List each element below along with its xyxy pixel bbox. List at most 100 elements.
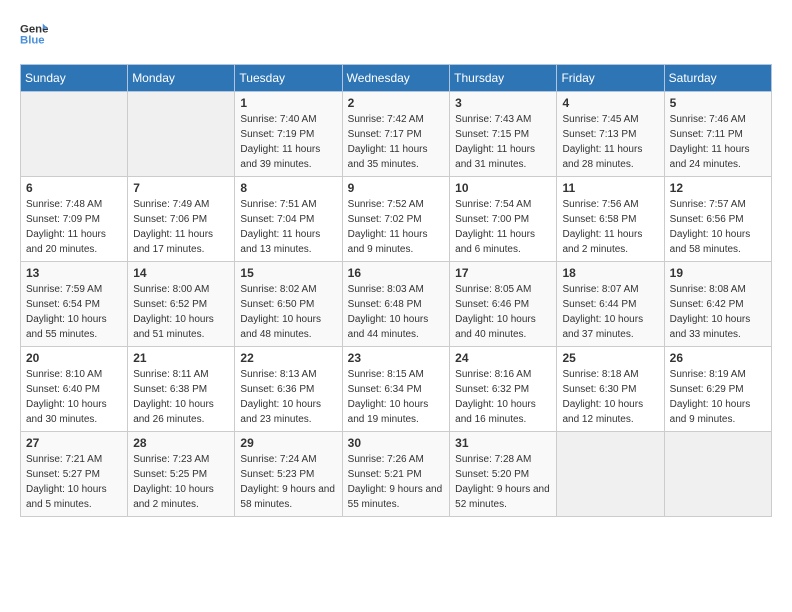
day-number: 15 xyxy=(240,266,336,280)
day-number: 3 xyxy=(455,96,551,110)
calendar-cell: 1 Sunrise: 7:40 AM Sunset: 7:19 PM Daylig… xyxy=(235,92,342,177)
day-number: 7 xyxy=(133,181,229,195)
day-info: Sunrise: 7:51 AM Sunset: 7:04 PM Dayligh… xyxy=(240,197,336,257)
calendar-cell: 28 Sunrise: 7:23 AM Sunset: 5:25 PM Dayli… xyxy=(128,432,235,517)
calendar-cell: 16 Sunrise: 8:03 AM Sunset: 6:48 PM Dayli… xyxy=(342,262,450,347)
calendar-cell: 7 Sunrise: 7:49 AM Sunset: 7:06 PM Daylig… xyxy=(128,177,235,262)
logo-icon: General Blue xyxy=(20,20,48,48)
day-info: Sunrise: 7:24 AM Sunset: 5:23 PM Dayligh… xyxy=(240,452,336,512)
day-number: 25 xyxy=(562,351,658,365)
day-number: 4 xyxy=(562,96,658,110)
calendar-cell: 18 Sunrise: 8:07 AM Sunset: 6:44 PM Dayli… xyxy=(557,262,664,347)
calendar-week-3: 13 Sunrise: 7:59 AM Sunset: 6:54 PM Dayli… xyxy=(21,262,772,347)
day-number: 24 xyxy=(455,351,551,365)
calendar-cell: 26 Sunrise: 8:19 AM Sunset: 6:29 PM Dayli… xyxy=(664,347,771,432)
day-number: 20 xyxy=(26,351,122,365)
calendar-cell: 10Sunrise: 7:54 AM Sunset: 7:00 PM Dayli… xyxy=(450,177,557,262)
calendar-cell: 3 Sunrise: 7:43 AM Sunset: 7:15 PM Daylig… xyxy=(450,92,557,177)
calendar-cell: 14Sunrise: 8:00 AM Sunset: 6:52 PM Dayli… xyxy=(128,262,235,347)
weekday-header-monday: Monday xyxy=(128,65,235,92)
day-info: Sunrise: 8:16 AM Sunset: 6:32 PM Dayligh… xyxy=(455,367,551,427)
weekday-header-row: SundayMondayTuesdayWednesdayThursdayFrid… xyxy=(21,65,772,92)
svg-text:Blue: Blue xyxy=(20,35,45,47)
day-number: 29 xyxy=(240,436,336,450)
day-number: 17 xyxy=(455,266,551,280)
page-header: General Blue xyxy=(20,20,772,48)
calendar-cell xyxy=(21,92,128,177)
day-number: 19 xyxy=(670,266,766,280)
day-info: Sunrise: 8:03 AM Sunset: 6:48 PM Dayligh… xyxy=(348,282,445,342)
day-info: Sunrise: 7:57 AM Sunset: 6:56 PM Dayligh… xyxy=(670,197,766,257)
day-info: Sunrise: 8:15 AM Sunset: 6:34 PM Dayligh… xyxy=(348,367,445,427)
calendar-cell: 31Sunrise: 7:28 AM Sunset: 5:20 PM Dayli… xyxy=(450,432,557,517)
weekday-header-thursday: Thursday xyxy=(450,65,557,92)
day-info: Sunrise: 7:56 AM Sunset: 6:58 PM Dayligh… xyxy=(562,197,658,257)
calendar-cell: 24 Sunrise: 8:16 AM Sunset: 6:32 PM Dayli… xyxy=(450,347,557,432)
day-number: 21 xyxy=(133,351,229,365)
calendar-cell: 12 Sunrise: 7:57 AM Sunset: 6:56 PM Dayli… xyxy=(664,177,771,262)
day-number: 30 xyxy=(348,436,445,450)
day-number: 10 xyxy=(455,181,551,195)
weekday-header-saturday: Saturday xyxy=(664,65,771,92)
day-info: Sunrise: 7:59 AM Sunset: 6:54 PM Dayligh… xyxy=(26,282,122,342)
calendar-cell: 21Sunrise: 8:11 AM Sunset: 6:38 PM Dayli… xyxy=(128,347,235,432)
logo: General Blue xyxy=(20,20,48,48)
calendar-cell: 9 Sunrise: 7:52 AM Sunset: 7:02 PM Daylig… xyxy=(342,177,450,262)
calendar-cell: 20 Sunrise: 8:10 AM Sunset: 6:40 PM Dayli… xyxy=(21,347,128,432)
calendar-cell: 25 Sunrise: 8:18 AM Sunset: 6:30 PM Dayli… xyxy=(557,347,664,432)
weekday-header-friday: Friday xyxy=(557,65,664,92)
calendar-cell xyxy=(664,432,771,517)
day-info: Sunrise: 7:21 AM Sunset: 5:27 PM Dayligh… xyxy=(26,452,122,512)
day-number: 5 xyxy=(670,96,766,110)
day-number: 27 xyxy=(26,436,122,450)
calendar-week-1: 1 Sunrise: 7:40 AM Sunset: 7:19 PM Daylig… xyxy=(21,92,772,177)
calendar-cell: 27 Sunrise: 7:21 AM Sunset: 5:27 PM Dayli… xyxy=(21,432,128,517)
day-number: 18 xyxy=(562,266,658,280)
day-info: Sunrise: 8:18 AM Sunset: 6:30 PM Dayligh… xyxy=(562,367,658,427)
day-number: 28 xyxy=(133,436,229,450)
day-info: Sunrise: 8:10 AM Sunset: 6:40 PM Dayligh… xyxy=(26,367,122,427)
day-number: 8 xyxy=(240,181,336,195)
calendar-cell xyxy=(128,92,235,177)
weekday-header-tuesday: Tuesday xyxy=(235,65,342,92)
calendar-week-4: 20 Sunrise: 8:10 AM Sunset: 6:40 PM Dayli… xyxy=(21,347,772,432)
day-number: 11 xyxy=(562,181,658,195)
day-info: Sunrise: 7:42 AM Sunset: 7:17 PM Dayligh… xyxy=(348,112,445,172)
calendar-cell: 23 Sunrise: 8:15 AM Sunset: 6:34 PM Dayli… xyxy=(342,347,450,432)
calendar-table: SundayMondayTuesdayWednesdayThursdayFrid… xyxy=(20,64,772,517)
calendar-cell: 6Sunrise: 7:48 AM Sunset: 7:09 PM Daylig… xyxy=(21,177,128,262)
calendar-week-5: 27 Sunrise: 7:21 AM Sunset: 5:27 PM Dayli… xyxy=(21,432,772,517)
calendar-week-2: 6Sunrise: 7:48 AM Sunset: 7:09 PM Daylig… xyxy=(21,177,772,262)
day-number: 9 xyxy=(348,181,445,195)
day-info: Sunrise: 7:52 AM Sunset: 7:02 PM Dayligh… xyxy=(348,197,445,257)
calendar-cell: 17 Sunrise: 8:05 AM Sunset: 6:46 PM Dayli… xyxy=(450,262,557,347)
day-number: 26 xyxy=(670,351,766,365)
day-info: Sunrise: 7:45 AM Sunset: 7:13 PM Dayligh… xyxy=(562,112,658,172)
day-info: Sunrise: 8:02 AM Sunset: 6:50 PM Dayligh… xyxy=(240,282,336,342)
day-number: 12 xyxy=(670,181,766,195)
day-number: 1 xyxy=(240,96,336,110)
calendar-cell xyxy=(557,432,664,517)
calendar-cell: 30 Sunrise: 7:26 AM Sunset: 5:21 PM Dayli… xyxy=(342,432,450,517)
day-info: Sunrise: 7:43 AM Sunset: 7:15 PM Dayligh… xyxy=(455,112,551,172)
day-info: Sunrise: 7:26 AM Sunset: 5:21 PM Dayligh… xyxy=(348,452,445,512)
day-info: Sunrise: 7:23 AM Sunset: 5:25 PM Dayligh… xyxy=(133,452,229,512)
calendar-cell: 22Sunrise: 8:13 AM Sunset: 6:36 PM Dayli… xyxy=(235,347,342,432)
calendar-cell: 11 Sunrise: 7:56 AM Sunset: 6:58 PM Dayli… xyxy=(557,177,664,262)
day-number: 23 xyxy=(348,351,445,365)
weekday-header-sunday: Sunday xyxy=(21,65,128,92)
day-info: Sunrise: 8:13 AM Sunset: 6:36 PM Dayligh… xyxy=(240,367,336,427)
day-info: Sunrise: 7:48 AM Sunset: 7:09 PM Dayligh… xyxy=(26,197,122,257)
day-number: 31 xyxy=(455,436,551,450)
calendar-cell: 2 Sunrise: 7:42 AM Sunset: 7:17 PM Daylig… xyxy=(342,92,450,177)
day-info: Sunrise: 7:49 AM Sunset: 7:06 PM Dayligh… xyxy=(133,197,229,257)
day-info: Sunrise: 7:40 AM Sunset: 7:19 PM Dayligh… xyxy=(240,112,336,172)
day-number: 2 xyxy=(348,96,445,110)
day-number: 13 xyxy=(26,266,122,280)
calendar-cell: 13 Sunrise: 7:59 AM Sunset: 6:54 PM Dayli… xyxy=(21,262,128,347)
day-info: Sunrise: 8:19 AM Sunset: 6:29 PM Dayligh… xyxy=(670,367,766,427)
day-info: Sunrise: 8:07 AM Sunset: 6:44 PM Dayligh… xyxy=(562,282,658,342)
day-info: Sunrise: 8:05 AM Sunset: 6:46 PM Dayligh… xyxy=(455,282,551,342)
day-info: Sunrise: 7:46 AM Sunset: 7:11 PM Dayligh… xyxy=(670,112,766,172)
day-number: 16 xyxy=(348,266,445,280)
